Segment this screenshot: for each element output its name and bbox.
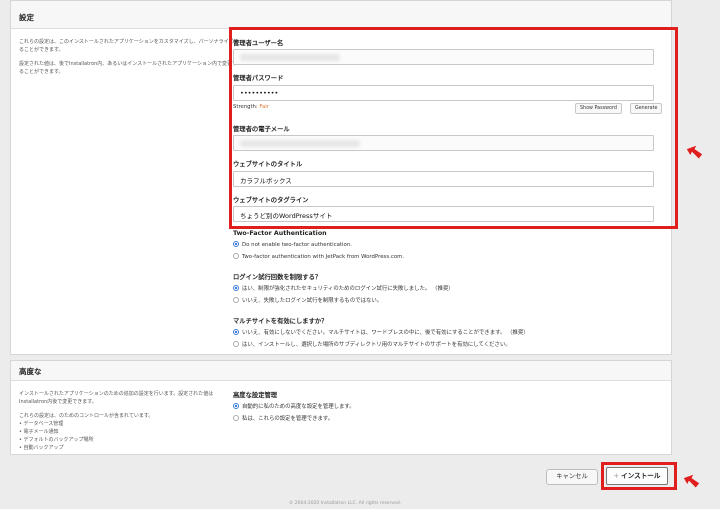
settings-heading: 設定: [11, 1, 671, 29]
list-item: デフォルトのバックアップ場所: [19, 436, 239, 444]
multisite-option-no[interactable]: いいえ、有効にしないでください。マルチサイトは、ワードプレスの中に、後で有効にす…: [233, 328, 529, 336]
settings-description: これらの設定は、このインストールされたアプリケーションをカスタマイズし、パーソナ…: [19, 38, 239, 82]
option-text: いいえ、失敗したログイン試行を制限するものではない。: [242, 298, 383, 304]
login-limit-label: ログイン試行回数を制限する？: [233, 274, 322, 281]
advanced-manage-manual[interactable]: 私は、これらの設定を管理できます。: [233, 414, 333, 422]
radio-selected-icon[interactable]: [233, 241, 239, 247]
two-factor-option-jetpack[interactable]: Two-factor authentication with JetPack f…: [233, 253, 404, 260]
install-highlight-frame: [601, 462, 677, 490]
settings-desc-2: 設定された値は、後でInstallatron内、あるいはインストールされたアプリ…: [19, 61, 238, 75]
list-item: 自動バックアップ: [19, 444, 239, 452]
two-factor-option-disable[interactable]: Do not enable two-factor authentication.: [233, 241, 352, 248]
list-item: データベース管理: [19, 420, 239, 428]
multisite-option-yes[interactable]: はい、インストールし、選択した場所のサブディレクトリ用のマルチサイトのサポートを…: [233, 340, 511, 348]
option-text: Two-factor authentication with JetPack f…: [242, 254, 405, 260]
advanced-desc-2: これらの設定は、のためのコントロールが含まれています。: [19, 413, 154, 419]
advanced-manage-label: 高度な設定管理: [233, 392, 278, 399]
radio-selected-icon[interactable]: [233, 285, 239, 291]
red-pointer-arrow-icon: [686, 145, 703, 159]
option-text: いいえ、有効にしないでください。マルチサイトは、ワードプレスの中に、後で有効にす…: [242, 330, 529, 336]
multisite-label: マルチサイトを有効にしますか？: [233, 318, 328, 325]
radio-icon[interactable]: [233, 253, 239, 259]
login-limit-option-no[interactable]: いいえ、失敗したログイン試行を制限するものではない。: [233, 296, 382, 304]
red-pointer-arrow-icon: [683, 474, 700, 488]
two-factor-label: Two-Factor Authentication: [233, 230, 327, 237]
radio-selected-icon[interactable]: [233, 329, 239, 335]
radio-icon[interactable]: [233, 341, 239, 347]
option-text: はい、制限が強化されたセキュリティのためのログイン試行に失敗しました。 （推奨）: [242, 286, 454, 292]
option-text: 自動的に私のための高度な設定を管理します。: [242, 404, 355, 410]
advanced-heading: 高度な: [11, 361, 671, 381]
login-limit-option-yes[interactable]: はい、制限が強化されたセキュリティのためのログイン試行に失敗しました。 （推奨）: [233, 284, 454, 292]
list-item: 電子メール通知: [19, 428, 239, 436]
settings-highlight-frame: [229, 27, 678, 229]
advanced-items-list: データベース管理 電子メール通知 デフォルトのバックアップ場所 自動バックアップ: [19, 420, 239, 452]
advanced-desc-1: インストールされたアプリケーションのための追加の設定を行います。設定された値はI…: [19, 391, 214, 405]
advanced-description: インストールされたアプリケーションのための追加の設定を行います。設定された値はI…: [19, 390, 239, 452]
radio-icon[interactable]: [233, 297, 239, 303]
settings-desc-1: これらの設定は、このインストールされたアプリケーションをカスタマイズし、パーソナ…: [19, 39, 239, 53]
radio-icon[interactable]: [233, 415, 239, 421]
option-text: 私は、これらの設定を管理できます。: [242, 416, 334, 422]
option-text: Do not enable two-factor authentication.: [242, 242, 352, 248]
advanced-manage-auto[interactable]: 自動的に私のための高度な設定を管理します。: [233, 402, 355, 410]
option-text: はい、インストールし、選択した場所のサブディレクトリ用のマルチサイトのサポートを…: [242, 342, 511, 348]
cancel-button[interactable]: キャンセル: [546, 469, 598, 485]
radio-selected-icon[interactable]: [233, 403, 239, 409]
footer-copyright: © 2004-2020 Installatron LLC. All rights…: [288, 501, 402, 506]
